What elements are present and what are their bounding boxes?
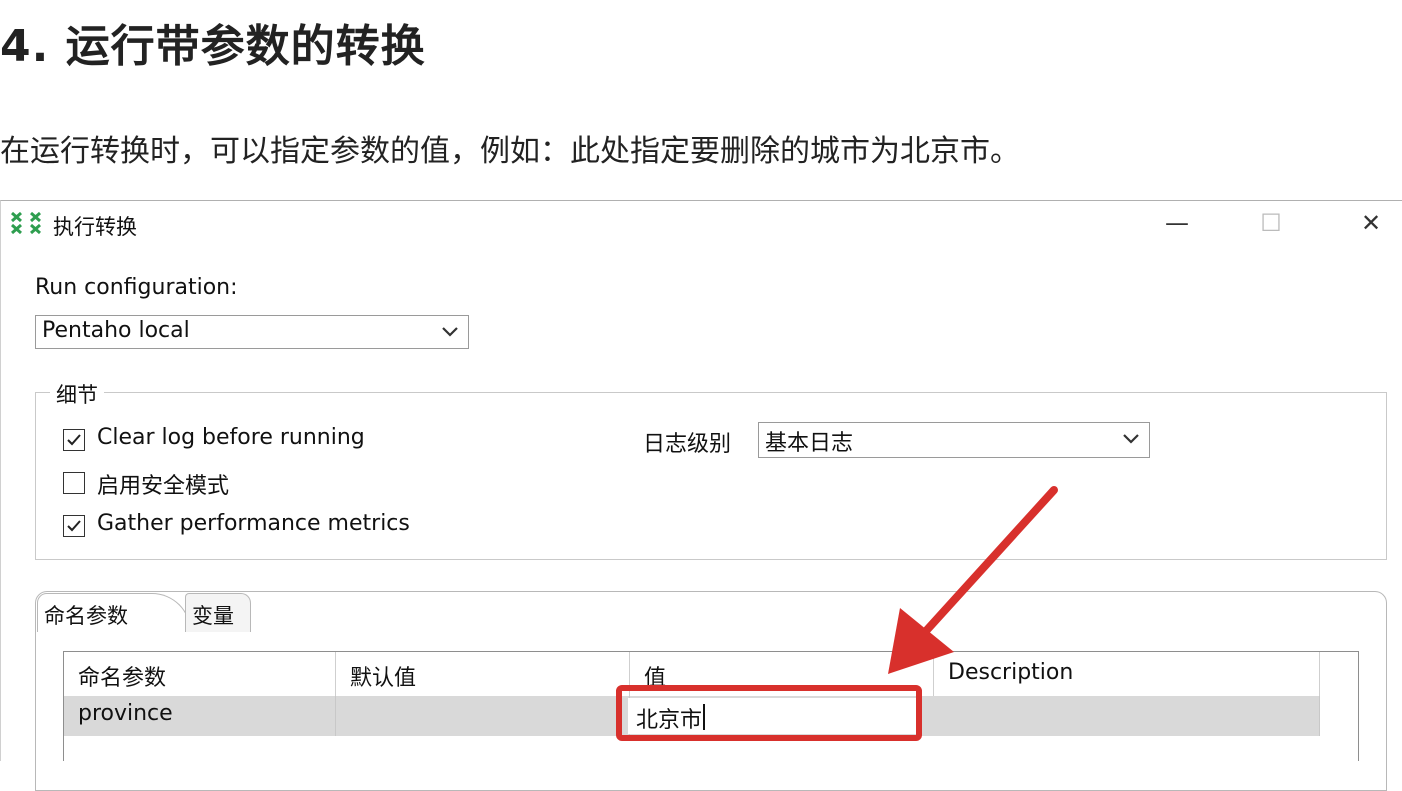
run-transformation-dialog: 执行转换 — ☐ ✕ Run configuration: Pentaho lo… bbox=[0, 200, 1402, 791]
checkmark-icon bbox=[67, 434, 81, 446]
annotation-highlight-box bbox=[616, 685, 922, 741]
column-header[interactable]: 默认值 bbox=[336, 652, 630, 696]
checkmark-icon bbox=[67, 520, 81, 532]
annotation-arrow-icon bbox=[888, 486, 1058, 674]
safe-mode-label: 启用安全模式 bbox=[97, 474, 230, 499]
log-level-label: 日志级别 bbox=[643, 432, 732, 457]
safe-mode-checkbox[interactable] bbox=[63, 472, 85, 494]
clear-log-label: Clear log before running bbox=[97, 425, 365, 450]
gather-metrics-label: Gather performance metrics bbox=[97, 511, 410, 536]
chevron-down-icon bbox=[442, 327, 458, 337]
clear-log-checkbox[interactable] bbox=[63, 429, 85, 451]
dialog-title: 执行转换 bbox=[53, 215, 137, 239]
article-heading: 4. 运行带参数的转换 bbox=[0, 21, 426, 72]
run-configuration-label: Run configuration: bbox=[35, 275, 238, 300]
run-configuration-value: Pentaho local bbox=[42, 318, 190, 343]
tab-label: 命名参数 bbox=[44, 604, 128, 628]
minimize-button[interactable]: — bbox=[1157, 205, 1197, 241]
log-level-select[interactable]: 基本日志 bbox=[758, 422, 1150, 458]
log-level-value: 基本日志 bbox=[765, 431, 854, 456]
tab-named-parameters[interactable]: 命名参数 bbox=[37, 593, 191, 632]
run-configuration-select[interactable]: Pentaho local bbox=[35, 315, 469, 349]
tab-variables[interactable]: 变量 bbox=[185, 593, 251, 632]
chevron-down-icon bbox=[1123, 434, 1139, 444]
dialog-titlebar: 执行转换 — ☐ ✕ bbox=[1, 201, 1402, 245]
column-header[interactable]: 命名参数 bbox=[64, 652, 336, 696]
gather-metrics-checkbox[interactable] bbox=[63, 515, 85, 537]
maximize-button[interactable]: ☐ bbox=[1251, 205, 1291, 241]
default-value-cell[interactable] bbox=[336, 696, 630, 736]
close-button[interactable]: ✕ bbox=[1351, 205, 1391, 241]
parameter-name-cell[interactable]: province bbox=[64, 696, 336, 736]
description-cell[interactable] bbox=[934, 696, 1320, 736]
details-legend: 细节 bbox=[50, 379, 104, 409]
article-paragraph: 在运行转换时，可以指定参数的值，例如：此处指定要删除的城市为北京市。 bbox=[0, 134, 1020, 169]
tab-label: 变量 bbox=[192, 604, 234, 628]
kettle-transform-icon bbox=[11, 211, 41, 235]
